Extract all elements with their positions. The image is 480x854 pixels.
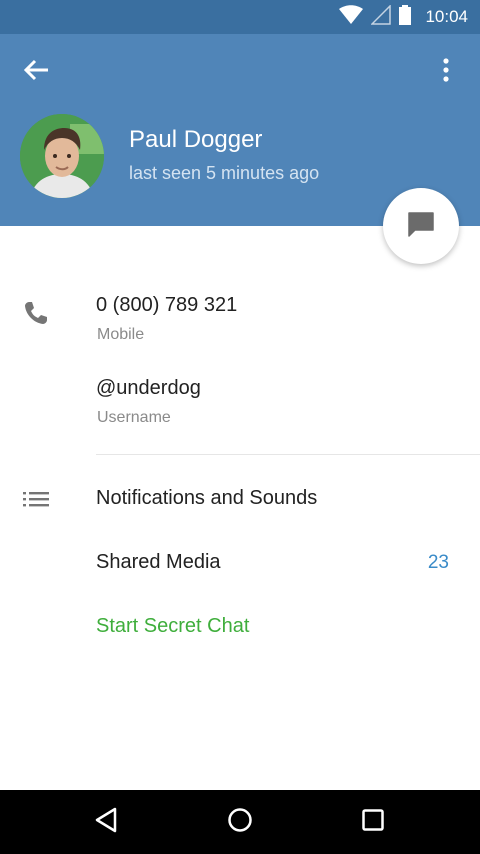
- navigation-bar: [0, 790, 480, 854]
- start-secret-chat-item[interactable]: Start Secret Chat: [96, 615, 249, 638]
- arrow-left-icon: [23, 59, 49, 86]
- more-options-button[interactable]: [426, 52, 466, 92]
- last-seen-status: last seen 5 minutes ago: [129, 163, 320, 183]
- profile-name: Paul Dogger: [129, 126, 263, 153]
- send-message-button[interactable]: [383, 188, 459, 264]
- username-value[interactable]: @underdog: [96, 377, 201, 400]
- username-label: Username: [97, 409, 171, 426]
- phone-icon: [20, 297, 52, 329]
- list-icon: [20, 483, 52, 515]
- wifi-icon: [339, 4, 364, 30]
- signal-icon: [370, 3, 392, 30]
- message-icon: [407, 211, 435, 242]
- shared-media-item[interactable]: Shared Media: [96, 551, 221, 574]
- phone-label: Mobile: [97, 326, 145, 343]
- home-circle-icon: [227, 807, 253, 838]
- nav-recents-button[interactable]: [351, 800, 395, 844]
- back-button[interactable]: [16, 52, 56, 92]
- status-bar: 10:04: [0, 0, 480, 34]
- status-time: 10:04: [425, 7, 468, 26]
- nav-back-button[interactable]: [84, 800, 128, 844]
- more-vertical-icon: [442, 57, 450, 87]
- avatar[interactable]: [20, 114, 104, 198]
- battery-icon: [399, 4, 412, 30]
- divider: [96, 454, 480, 455]
- avatar-photo: [20, 114, 104, 198]
- status-icons: 10:04: [339, 0, 468, 34]
- nav-home-button[interactable]: [218, 800, 262, 844]
- shared-media-count: 23: [427, 552, 449, 573]
- back-triangle-icon: [94, 807, 118, 838]
- notifications-and-sounds-item[interactable]: Notifications and Sounds: [96, 487, 317, 510]
- phone-number[interactable]: 0 (800) 789 321: [96, 294, 237, 317]
- recents-square-icon: [361, 808, 385, 837]
